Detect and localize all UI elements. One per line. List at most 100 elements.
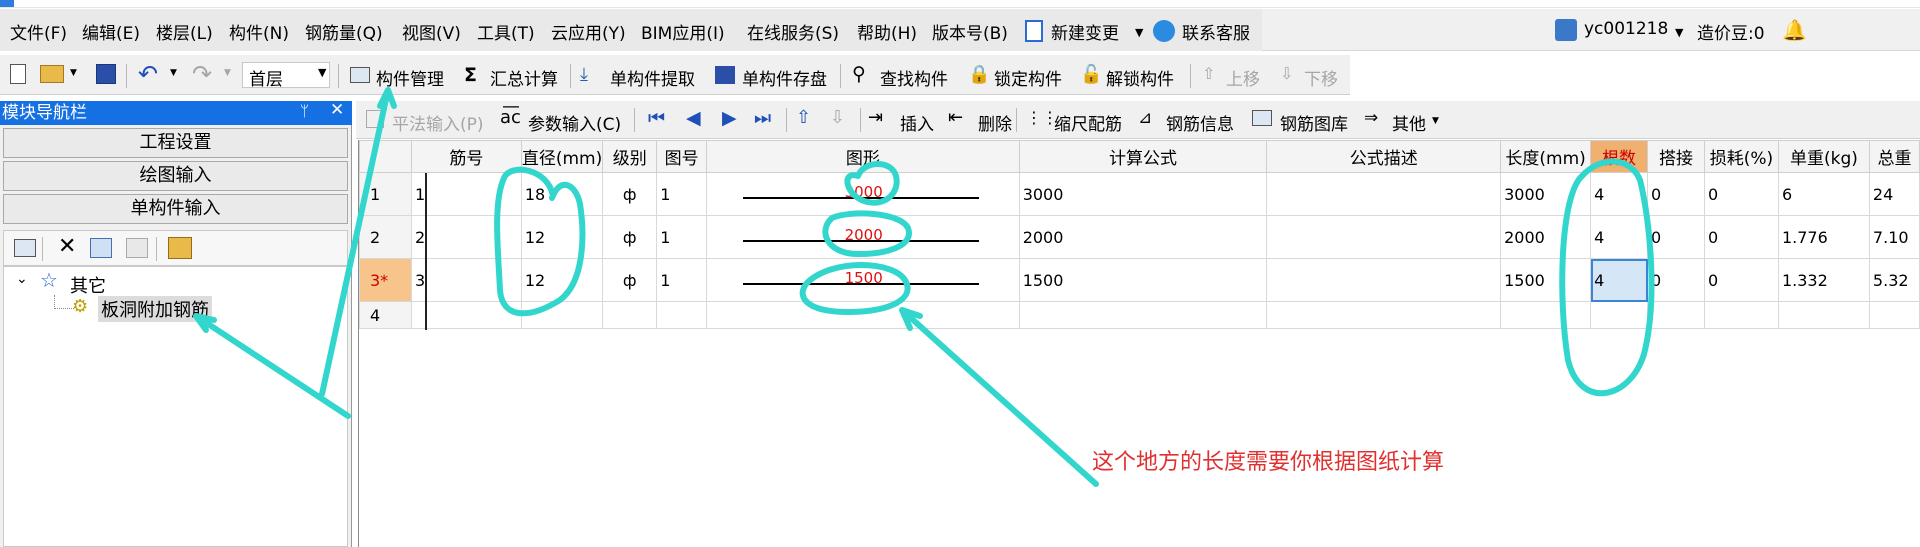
row-number[interactable]: 3* (359, 258, 412, 302)
cell-unit-weight[interactable]: 6 (1777, 172, 1870, 216)
cell-bar-no[interactable]: 2 (410, 215, 522, 259)
tree-collapse-icon[interactable]: ⌄ (16, 271, 28, 287)
col-formula[interactable]: 计算公式 (1018, 140, 1268, 173)
cell-unit-weight[interactable]: 1.332 (1777, 258, 1870, 302)
flat-input-button[interactable]: 平法输入(P) (392, 110, 484, 135)
cell-length[interactable]: 2000 (1500, 215, 1592, 259)
first-record-icon[interactable]: ⏮ (648, 107, 665, 129)
menu-file[interactable]: 文件(F) (10, 19, 67, 44)
row-number[interactable]: 2 (359, 215, 412, 259)
paste-icon[interactable] (168, 237, 192, 259)
list-icon[interactable] (14, 239, 36, 257)
param-input-button[interactable]: 参数输入(C) (528, 110, 621, 135)
menu-help[interactable]: 帮助(H) (857, 19, 917, 44)
cell-grade[interactable]: ф (602, 215, 658, 259)
component-manage-button[interactable]: 构件管理 (376, 65, 444, 90)
cell-total-weight[interactable]: 5.32 (1868, 258, 1920, 302)
table-row[interactable]: 4 (359, 301, 1920, 329)
cell-total-weight[interactable] (1868, 301, 1920, 329)
prev-record-icon[interactable]: ◀ (686, 107, 701, 129)
menu-cloud[interactable]: 云应用(Y) (551, 19, 626, 44)
cell-unit-weight[interactable] (1777, 301, 1870, 329)
cell-length[interactable]: 1500 (1500, 258, 1592, 302)
cell-diameter[interactable] (520, 301, 604, 329)
cell-shape[interactable]: 3000 (706, 172, 1020, 216)
cell-formula-desc[interactable] (1266, 172, 1502, 216)
floor-dropdown-icon[interactable]: ▼ (318, 66, 326, 79)
open-folder-icon[interactable] (40, 65, 64, 83)
find-component-button[interactable]: 查找构件 (880, 65, 948, 90)
col-shape[interactable]: 图形 (706, 140, 1020, 173)
menu-contact-support[interactable]: 联系客服 (1182, 19, 1250, 44)
row-number[interactable]: 4 (359, 301, 412, 329)
cell-lap[interactable]: 0 (1647, 258, 1705, 302)
menu-new-change[interactable]: 新建变更 (1051, 19, 1119, 44)
redo-dropdown-icon[interactable]: ▼ (224, 68, 231, 78)
menu-view[interactable]: 视图(V) (402, 19, 461, 44)
rebar-info-button[interactable]: 钢筋信息 (1166, 110, 1234, 135)
move-up-button[interactable]: 上移 (1226, 65, 1260, 90)
row-number[interactable]: 1 (359, 172, 412, 216)
row-up-icon[interactable]: ⇧ (796, 107, 811, 128)
rebar-library-button[interactable]: 钢筋图库 (1280, 110, 1348, 135)
cell-bar-no[interactable]: 3 (410, 258, 522, 302)
cell-loss[interactable]: 0 (1704, 215, 1779, 259)
col-bar-no[interactable]: 筋号 (410, 140, 522, 173)
cell-shape[interactable] (706, 301, 1020, 329)
undo-dropdown-icon[interactable]: ▼ (170, 68, 177, 78)
move-down-button[interactable]: 下移 (1304, 65, 1338, 90)
menu-tools[interactable]: 工具(T) (477, 19, 535, 44)
cell-fig-no[interactable]: 1 (656, 215, 708, 259)
col-unit-weight[interactable]: 单重(kg) (1777, 140, 1870, 173)
cell-formula-desc[interactable] (1266, 301, 1502, 329)
cell-fig-no[interactable]: 1 (656, 258, 708, 302)
col-length[interactable]: 长度(mm) (1500, 140, 1592, 173)
cell-fig-no[interactable] (656, 301, 708, 329)
single-save-button[interactable]: 单构件存盘 (742, 65, 827, 90)
nav-single-component-input[interactable]: 单构件输入 (3, 194, 348, 224)
cell-formula[interactable]: 1500 (1018, 258, 1268, 302)
single-extract-button[interactable]: 单构件提取 (610, 65, 695, 90)
cell-formula[interactable]: 2000 (1018, 215, 1268, 259)
other-button[interactable]: 其他 (1392, 110, 1426, 135)
last-record-icon[interactable]: ⏭ (754, 107, 771, 129)
cell-formula-desc[interactable] (1266, 215, 1502, 259)
cell-diameter[interactable]: 12 (520, 258, 604, 302)
table-row[interactable]: 1 1 18 ф 1 3000 3000 3000 4 0 0 6 24 (359, 172, 1920, 216)
col-total-weight[interactable]: 总重 (1868, 140, 1920, 173)
lock-component-button[interactable]: 锁定构件 (994, 65, 1062, 90)
copy-icon[interactable] (90, 238, 112, 258)
next-record-icon[interactable]: ▶ (722, 107, 737, 129)
menu-bim[interactable]: BIM应用(I) (641, 19, 725, 44)
save-icon[interactable] (96, 64, 116, 84)
col-formula-desc[interactable]: 公式描述 (1266, 140, 1502, 173)
cell-count[interactable] (1590, 301, 1649, 329)
cell-grade[interactable] (602, 301, 658, 329)
cell-count[interactable]: 4 (1590, 215, 1649, 259)
menu-rebar-qty[interactable]: 钢筋量(Q) (305, 19, 383, 44)
cell-total-weight[interactable]: 7.10 (1868, 215, 1920, 259)
undo-icon[interactable]: ↶ (138, 60, 158, 88)
cell-shape[interactable]: 1500 (706, 258, 1020, 302)
pin-icon[interactable]: ᛘ (300, 102, 309, 120)
cell-loss[interactable]: 0 (1704, 172, 1779, 216)
nav-drawing-input[interactable]: 绘图输入 (3, 161, 348, 191)
cell-bar-no[interactable] (410, 301, 522, 329)
row-down-icon[interactable]: ⇩ (830, 107, 845, 128)
unlock-component-button[interactable]: 解锁构件 (1106, 65, 1174, 90)
cell-unit-weight[interactable]: 1.776 (1777, 215, 1870, 259)
summary-calc-button[interactable]: 汇总计算 (490, 65, 558, 90)
col-loss[interactable]: 损耗(%) (1704, 140, 1779, 173)
delete-icon[interactable]: ✕ (58, 234, 76, 259)
col-diameter[interactable]: 直径(mm) (520, 140, 604, 173)
open-dropdown-icon[interactable]: ▼ (70, 68, 77, 78)
cell-bar-no[interactable]: 1 (410, 172, 522, 216)
user-dropdown-icon[interactable]: ▼ (1675, 26, 1683, 39)
cell-lap[interactable]: 0 (1647, 215, 1705, 259)
chevron-down-icon[interactable]: ▼ (1135, 26, 1143, 39)
cell-lap[interactable] (1647, 301, 1705, 329)
user-name[interactable]: yc001218 (1584, 19, 1668, 39)
cell-length[interactable] (1500, 301, 1592, 329)
cell-count-selected[interactable]: 4 (1590, 258, 1649, 302)
menu-online-service[interactable]: 在线服务(S) (747, 19, 839, 44)
